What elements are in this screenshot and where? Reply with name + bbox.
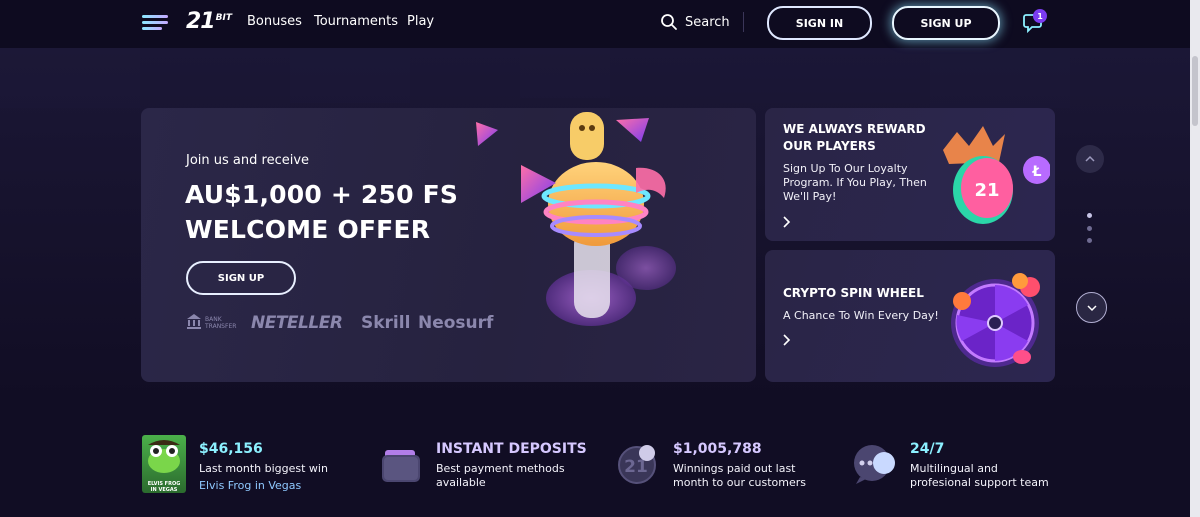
nav-bonuses[interactable]: Bonuses — [247, 14, 302, 29]
spin-wheel-card-title: CRYPTO SPIN WHEEL — [783, 286, 924, 300]
support-availability-title: 24/7 — [910, 441, 945, 457]
bank-label-line2: TRANSFER — [205, 323, 237, 330]
slider-up-button[interactable] — [1076, 145, 1104, 173]
nav-tournaments[interactable]: Tournaments — [314, 14, 398, 29]
winnings-paid-value: $1,005,788 — [673, 441, 762, 457]
winnings-paid-text-line1: Winnings paid out last — [673, 462, 796, 475]
instant-deposits-title: INSTANT DEPOSITS — [436, 441, 587, 457]
spin-wheel-illustration — [951, 273, 1040, 367]
sign-up-button[interactable]: SIGN UP — [892, 6, 1000, 40]
biggest-win-value: $46,156 — [199, 441, 263, 457]
loyalty-card-text-line3: We'll Pay! — [783, 190, 837, 203]
support-chat-icon — [854, 445, 895, 484]
elvis-frog-game-thumbnail[interactable]: ELVIS FROG IN VEGAS — [142, 435, 186, 493]
chevron-down-icon — [1086, 304, 1097, 311]
bank-label-line1: BANK — [205, 316, 222, 323]
chevron-up-icon — [1085, 155, 1095, 162]
welcome-offer-banner[interactable]: Join us and receive AU$1,000 + 250 FS WE… — [141, 108, 756, 382]
menu-icon[interactable] — [142, 14, 168, 32]
bank-icon — [187, 314, 201, 329]
slider-dot-3[interactable] — [1087, 238, 1092, 243]
logo-suffix: BIT — [215, 13, 232, 23]
page-scrollbar[interactable] — [1190, 0, 1200, 517]
header-divider — [743, 12, 744, 32]
slider-dot-2[interactable] — [1087, 226, 1092, 231]
game-thumbnail-caption: ELVIS FROG IN VEGAS — [142, 481, 186, 493]
loyalty-card-text-line2: Program. If You Play, Then — [783, 176, 927, 189]
site-logo[interactable]: 21BIT — [186, 9, 232, 34]
loyalty-card-text-line1: Sign Up To Our Loyalty — [783, 162, 908, 175]
banner-intro: Join us and receive — [186, 153, 310, 168]
support-text-line2: profesional support team — [910, 476, 1049, 489]
neteller-logo: NETELLER — [251, 313, 343, 333]
instant-deposits-text-line2: available — [436, 476, 486, 489]
search-button[interactable]: Search — [660, 12, 730, 32]
svg-text:Ł: Ł — [1032, 164, 1042, 180]
search-label: Search — [685, 14, 730, 30]
biggest-win-label: Last month biggest win — [199, 462, 328, 475]
slider-down-button[interactable] — [1076, 292, 1107, 323]
game-thumbnail-caption-line2: IN VEGAS — [150, 487, 178, 493]
scrollbar-thumb[interactable] — [1192, 56, 1198, 126]
logo-number: 21 — [186, 9, 216, 34]
frog-icon — [148, 440, 180, 473]
sign-in-button[interactable]: SIGN IN — [767, 6, 872, 40]
search-icon — [661, 14, 677, 30]
banner-headline-amount: AU$1,000 + 250 FS — [185, 180, 459, 209]
nav-play[interactable]: Play — [407, 14, 434, 29]
winnings-coin-icon: 21 — [618, 445, 656, 484]
banner-headline-offer: WELCOME OFFER — [185, 215, 431, 244]
biggest-win-game-link[interactable]: Elvis Frog in Vegas — [199, 479, 301, 492]
skrill-logo: Skrill — [361, 313, 411, 333]
loyalty-token-illustration: 21 Ł — [943, 126, 1050, 224]
support-text-line1: Multilingual and — [910, 462, 998, 475]
bank-transfer-logo: BANK TRANSFER — [205, 316, 236, 330]
slider-dot-1[interactable] — [1087, 213, 1092, 218]
banner-sign-up-button[interactable]: SIGN UP — [186, 261, 296, 295]
chevron-right-icon[interactable] — [781, 216, 793, 228]
wallet-icon — [382, 450, 420, 482]
chevron-right-icon[interactable] — [781, 334, 793, 346]
spin-wheel-card-text: A Chance To Win Every Day! — [783, 309, 939, 322]
instant-deposits-text-line1: Best payment methods — [436, 462, 565, 475]
winnings-paid-text-line2: month to our customers — [673, 476, 806, 489]
loyalty-card-title-line2: OUR PLAYERS — [783, 139, 876, 153]
notification-badge: 1 — [1033, 9, 1047, 23]
crypto-spin-wheel-card[interactable]: CRYPTO SPIN WHEEL A Chance To Win Every … — [765, 250, 1055, 382]
loyalty-card-title-line1: WE ALWAYS REWARD — [783, 122, 926, 136]
loyalty-reward-card[interactable]: WE ALWAYS REWARD OUR PLAYERS Sign Up To … — [765, 108, 1055, 241]
loyalty-token-label: 21 — [974, 180, 999, 201]
mascot-illustration — [476, 112, 676, 326]
top-navigation-bar: 21BIT Bonuses Tournaments Play Search SI… — [0, 0, 1200, 48]
